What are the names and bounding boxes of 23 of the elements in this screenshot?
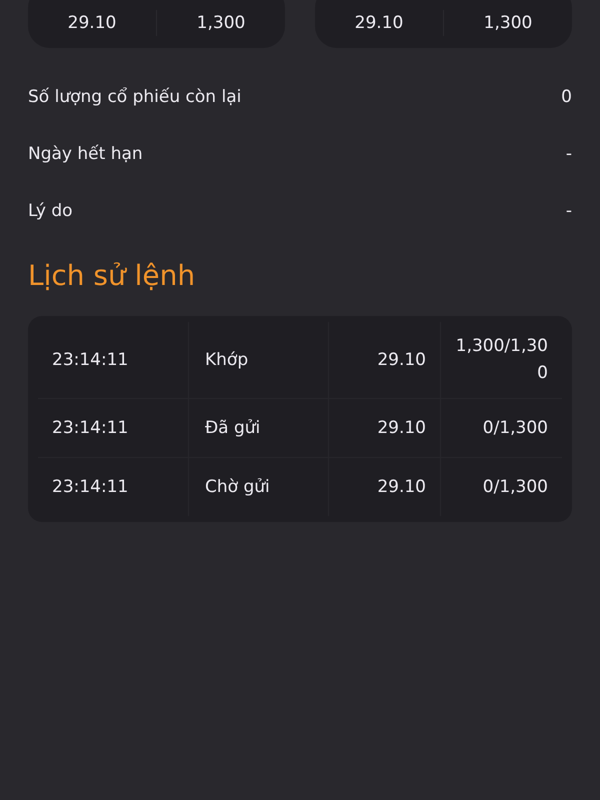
matched-quantity-cell: 0/1,300 — [440, 399, 562, 457]
detail-value: - — [566, 144, 572, 164]
section-title: Lịch sử lệnh — [28, 259, 196, 292]
quantity-text: 1,300 — [156, 10, 285, 36]
price-cell: 29.10 — [328, 322, 440, 398]
matched-quantity-cell: 0/1,300 — [440, 458, 562, 516]
price-text: 29.10 — [354, 12, 404, 35]
price-text: 29.10 — [66, 12, 118, 35]
detail-label: Lý do — [28, 200, 73, 220]
status-cell: Đã gửi — [188, 399, 328, 457]
matched-quantity-cell: 1,300/1,300 — [440, 322, 562, 398]
status-cell: Khớp — [188, 322, 328, 398]
detail-label: Số lượng cổ phiếu còn lại — [28, 86, 242, 106]
price-cell: 29.10 — [328, 458, 440, 516]
time-cell-text: 23:14:11 — [51, 476, 130, 498]
time-cell-text: 23:14:11 — [51, 348, 130, 372]
status-cell: Chờ gửi — [188, 458, 328, 516]
detail-value: - — [566, 200, 572, 220]
detail-value: 0 — [561, 86, 572, 106]
quantity-text: 1,300 — [443, 10, 572, 36]
time-cell-text: 23:14:11 — [51, 416, 130, 440]
price-cell: 29.10 — [328, 399, 440, 457]
detail-label: Ngày hết hạn — [28, 144, 143, 164]
